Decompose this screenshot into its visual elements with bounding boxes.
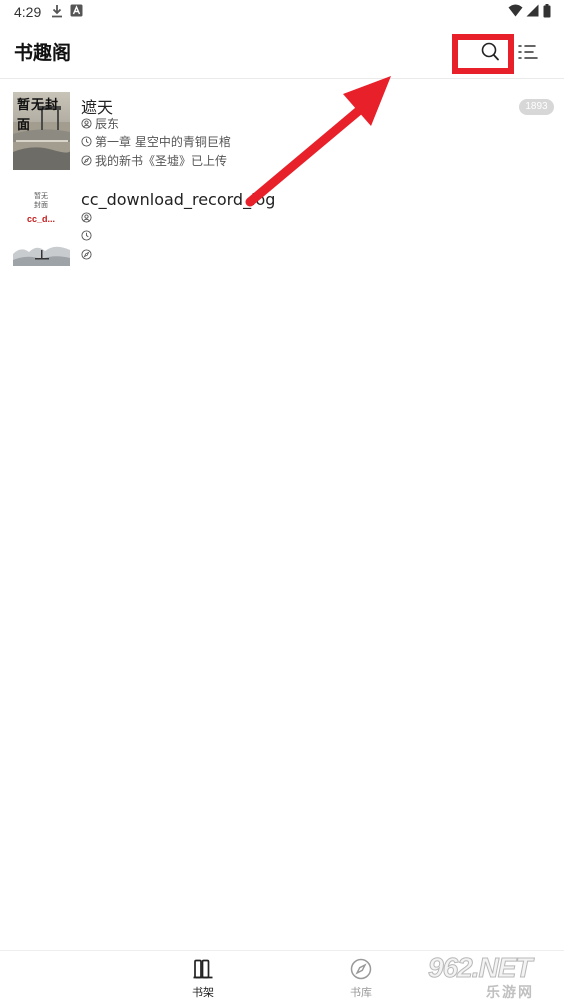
compass-icon (81, 249, 92, 260)
clock-icon (81, 230, 92, 241)
watermark-logo-text: 962.NET (428, 952, 533, 984)
menu-list-icon[interactable] (514, 38, 542, 66)
battery-icon (543, 4, 551, 18)
clock-icon (81, 136, 92, 147)
author-row (81, 211, 95, 225)
app-title: 书趣阁 (14, 42, 72, 64)
user-icon (81, 118, 92, 129)
user-icon (81, 212, 92, 223)
nav-label: 书架 (192, 986, 214, 999)
latest-chapter: 第一章 星空中的青铜巨棺 (95, 135, 231, 149)
book-item[interactable]: 暂无封面 遮天 辰东 第一章 星空中的青铜巨棺 我的新书《圣墟》已上传 1893 (0, 92, 564, 176)
compass-icon (350, 958, 372, 980)
update-text: 我的新书《圣墟》已上传 (95, 154, 228, 168)
compass-icon (81, 155, 92, 166)
nav-tab-bookshelf[interactable]: 书架 (173, 957, 233, 1003)
author-row: 辰东 (81, 115, 119, 132)
nav-label: 书库 (350, 986, 372, 999)
update-row: 我的新书《圣墟》已上传 (81, 152, 227, 169)
wifi-icon (508, 4, 523, 17)
download-icon (52, 5, 62, 18)
site-watermark: 962.NET 乐游网 (424, 952, 560, 1002)
update-row (81, 248, 95, 262)
chapter-row (81, 229, 95, 243)
status-bar: 4:29 (0, 0, 564, 24)
book-author: 辰东 (95, 117, 120, 131)
nav-tab-library[interactable]: 书库 (331, 957, 391, 1003)
signal-icon (526, 4, 539, 17)
book-cover: 暂无封面 cc_d... (13, 188, 70, 266)
chapter-row: 第一章 星空中的青铜巨棺 (81, 133, 231, 150)
status-time: 4:29 (14, 4, 42, 20)
book-cover: 暂无封面 (13, 92, 70, 170)
cover-text: 暂无封面 (17, 98, 60, 133)
search-icon[interactable] (476, 38, 504, 66)
book-item[interactable]: 暂无封面 cc_d... cc_download_record_log (0, 188, 564, 272)
book-title: cc_download_record_log (81, 190, 276, 209)
a-notification-icon (70, 4, 83, 17)
cover-ink-landscape-image (13, 246, 70, 266)
bookshelf-icon (193, 959, 213, 979)
unread-count-badge: 1893 (519, 99, 554, 115)
app-bar: 书趣阁 (0, 24, 564, 79)
watermark-sub-text: 乐游网 (486, 985, 534, 1001)
